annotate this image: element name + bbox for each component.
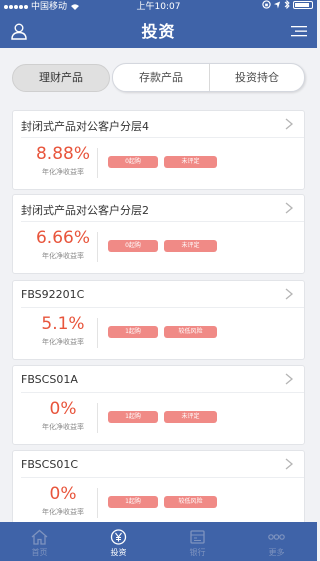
product-name: 封闭式产品对公客户分层2 [21,204,149,217]
vertical-divider [97,488,98,518]
chevron-right-icon [285,373,294,385]
product-tabs: 理财产品 存款产品 投资持仓 [12,63,305,92]
divider [21,137,304,138]
chevron-right-icon [285,202,294,214]
tabbar-invest[interactable]: 投资 [79,522,158,561]
product-rate: 0% [49,399,77,419]
tabbar-more[interactable]: 更多 [237,522,316,561]
tab-group: 存款产品 投资持仓 [112,63,305,92]
product-rate: 0% [49,484,77,504]
min-purchase-tag: 1起购 [108,411,158,423]
status-bar: 中国移动 上午10:07 [0,0,317,14]
top-bar: 中国移动 上午10:07 投资 [0,0,317,48]
tabbar-label: 更多 [268,548,285,557]
tabbar-label: 投资 [110,548,127,557]
rate-label: 年化净收益率 [42,423,84,431]
tab-wealth-products[interactable]: 理财产品 [12,64,110,92]
product-card[interactable]: FBS92201C 5.1% 年化净收益率 1起购 较低风险 [12,280,305,360]
lock-rotation-icon [262,0,271,9]
tab-deposit-products[interactable]: 存款产品 [113,64,209,91]
rate-label: 年化净收益率 [42,252,84,260]
home-icon [31,529,48,545]
vertical-divider [97,148,98,178]
battery-icon [293,0,313,9]
min-purchase-tag: 1起购 [108,326,158,338]
min-purchase-tag: 0起购 [108,156,158,168]
product-name: FBSCS01C [21,458,79,471]
tab-holdings[interactable]: 投资持仓 [209,64,304,91]
status-right [262,0,313,9]
product-name: FBSCS01A [21,373,78,386]
divider [21,392,304,393]
page-title: 投资 [141,22,176,41]
rate-label: 年化净收益率 [42,508,84,516]
bottom-tab-bar: 首页 投资 银行 更多 [0,522,317,561]
vertical-divider [97,232,98,262]
tabbar-label: 首页 [31,548,48,557]
menu-icon[interactable] [291,24,307,38]
risk-tag: 未评定 [164,411,217,423]
product-rate: 8.88% [35,144,90,164]
divider [21,307,304,308]
risk-tag: 较低风险 [164,326,217,338]
rate-label: 年化净收益率 [42,338,84,346]
product-card[interactable]: 封闭式产品对公客户分层2 6.66% 年化净收益率 0起购 未评定 [12,194,305,274]
product-rate: 6.66% [35,228,90,248]
divider [21,477,304,478]
product-name: FBS92201C [21,288,85,301]
rate-label: 年化净收益率 [42,168,84,176]
tabbar-label: 银行 [189,548,206,557]
risk-tag: 较低风险 [164,496,217,508]
risk-tag: 未评定 [164,156,217,168]
vertical-divider [97,318,98,348]
bluetooth-icon [284,0,290,9]
chevron-right-icon [285,118,294,130]
vertical-divider [97,403,98,433]
min-purchase-tag: 0起购 [108,240,158,252]
bank-icon [190,530,205,544]
tabbar-bank[interactable]: 银行 [158,522,237,561]
yen-icon [110,529,127,545]
chevron-right-icon [285,288,294,300]
chevron-right-icon [285,458,294,470]
risk-tag: 未评定 [164,240,217,252]
tabbar-home[interactable]: 首页 [0,522,79,561]
product-rate: 5.1% [41,314,85,334]
min-purchase-tag: 1起购 [108,496,158,508]
product-card[interactable]: FBSCS01C 0% 年化净收益率 1起购 较低风险 [12,450,305,530]
location-icon [274,1,281,8]
app: 中国移动 上午10:07 投资 理财产品 存款产品 投资持仓 封闭式产品对公客户… [0,0,317,561]
product-card[interactable]: FBSCS01A 0% 年化净收益率 1起购 未评定 [12,365,305,445]
product-card[interactable]: 封闭式产品对公客户分层4 8.88% 年化净收益率 0起购 未评定 [12,110,305,190]
product-name: 封闭式产品对公客户分层4 [21,120,149,133]
more-icon [268,534,285,540]
divider [21,221,304,222]
